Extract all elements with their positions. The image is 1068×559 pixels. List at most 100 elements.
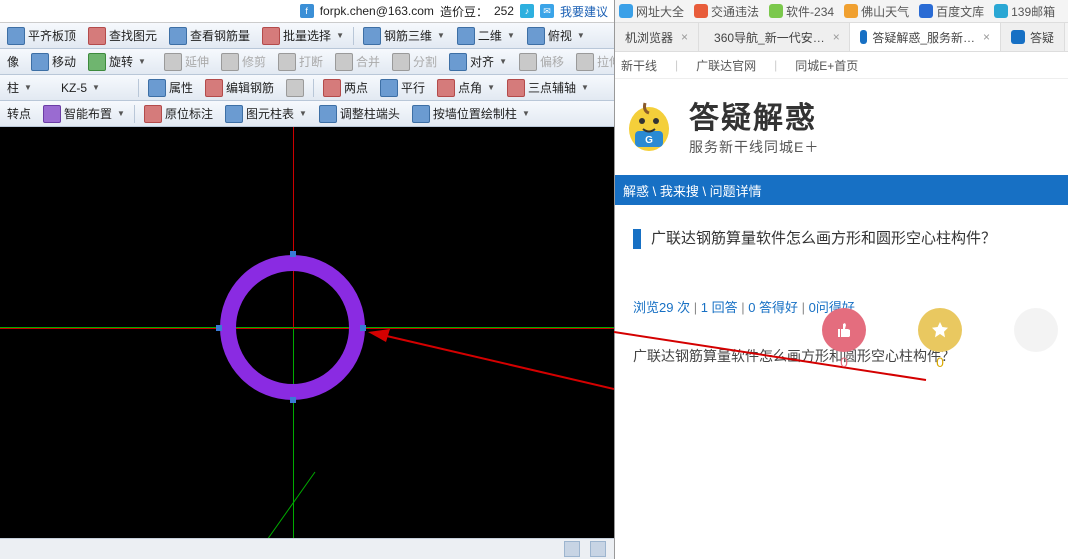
grip-n[interactable] (290, 251, 296, 257)
suggest-link[interactable]: 我要建议 (560, 3, 608, 20)
favicon (1011, 30, 1025, 44)
label: 偏移 (540, 53, 564, 70)
label: 批量选择 (283, 27, 331, 44)
site-icon (994, 4, 1008, 18)
label: 按墙位置绘制柱 (433, 105, 517, 122)
label: 答疑解惑_服务新… (872, 29, 975, 46)
merge-button[interactable]: 合并 (330, 51, 385, 73)
status-icon-1[interactable] (564, 541, 580, 557)
rebar-3d-button[interactable]: 钢筋三维▼ (358, 25, 450, 47)
extend-button[interactable]: 延伸 (159, 51, 214, 73)
views-value: 29 (659, 300, 673, 315)
parallel-button[interactable]: 平行 (375, 77, 430, 99)
bean-label: 造价豆： (440, 3, 488, 20)
align-button[interactable]: 对齐▼ (444, 51, 512, 73)
trim-button[interactable]: 修剪 (216, 51, 271, 73)
label: 智能布置 (64, 105, 112, 122)
bookmark-item[interactable]: 软件-234 (769, 3, 834, 20)
tab-360nav[interactable]: 360导航_新一代安…× (699, 23, 850, 51)
grip-s[interactable] (290, 397, 296, 403)
tab-answer-active[interactable]: 答疑解惑_服务新… × (850, 23, 1001, 51)
stretch-button[interactable]: 拉伸 (571, 51, 614, 73)
vote-bar: 0 0 (822, 308, 1058, 370)
bookmark-item[interactable]: 交通违法 (694, 3, 759, 20)
thumbs-up-icon (822, 308, 866, 352)
favicon (860, 30, 867, 44)
tab-browser[interactable]: 机浏览器× (615, 23, 699, 51)
answers-count[interactable]: 1 回答 (701, 300, 738, 315)
nav-link[interactable]: 广联达官网 (696, 57, 756, 74)
browser-panel: 网址大全 交通违法 软件-234 佛山天气 百度文库 139邮箱 机浏览器× 3… (615, 0, 1068, 559)
breadcrumb[interactable]: 解惑 \ 我来搜 \ 问题详情 (623, 181, 762, 200)
comment-icon[interactable]: ✉ (540, 4, 554, 18)
turn-point-button[interactable]: 转点 (2, 103, 36, 124)
point-angle-button[interactable]: 点角▼ (432, 77, 500, 99)
good-answer-count[interactable]: 0 答得好 (748, 300, 798, 315)
nav-link[interactable]: 新干线 (621, 57, 657, 74)
align-slab-top-button[interactable]: 平齐板顶 (2, 25, 81, 47)
drawing-canvas[interactable] (0, 127, 614, 538)
brand-subtitle: 服务新干线同城E＋ (689, 137, 819, 157)
three-point-axis-button[interactable]: 三点辅轴▼ (502, 77, 594, 99)
column-table-button[interactable]: 图元柱表▼ (220, 103, 312, 125)
grip-e[interactable] (360, 325, 366, 331)
bookmark-item[interactable]: 网址大全 (619, 3, 684, 20)
two-point-button[interactable]: 两点 (318, 77, 373, 99)
site-icon (919, 4, 933, 18)
label: 像 (7, 53, 19, 70)
brand-title: 答疑解惑 (689, 93, 819, 137)
component-select[interactable]: KZ-5▼ (56, 79, 134, 97)
category-select[interactable]: 柱▼ (2, 77, 54, 98)
info-bar: f forpk.chen@163.com 造价豆： 252 ♪ ✉ 我要建议 (0, 0, 614, 23)
find-element-button[interactable]: 查找图元 (83, 25, 162, 47)
label: 打断 (299, 53, 323, 70)
label: 属性 (169, 79, 193, 96)
hollow-column-circle[interactable] (220, 255, 365, 400)
separator (138, 79, 139, 97)
vote-extra[interactable] (1014, 308, 1058, 370)
nav-link[interactable]: 同城E+首页 (795, 57, 858, 74)
edit-rebar-button[interactable]: 编辑钢筋 (200, 77, 279, 99)
question-title-row: 广联达钢筋算量软件怎么画方形和圆形空心柱构件？ (633, 229, 1050, 249)
vote-up[interactable]: 0 (822, 308, 866, 370)
bookmark-item[interactable]: 百度文库 (919, 3, 984, 20)
close-icon[interactable]: × (833, 30, 840, 44)
label: 钢筋三维 (384, 27, 432, 44)
break-button[interactable]: 打断 (273, 51, 328, 73)
site-icon (769, 4, 783, 18)
label: 软件-234 (786, 3, 834, 20)
dots-button[interactable] (281, 77, 309, 99)
offset-button[interactable]: 偏移 (514, 51, 569, 73)
views-prefix: 浏览 (633, 300, 659, 315)
svg-text:G: G (645, 135, 653, 146)
tab-answer-2[interactable]: 答疑 (1001, 23, 1065, 51)
vote-fav[interactable]: 0 (918, 308, 962, 370)
nav-sep: | (774, 58, 777, 72)
view-2d-button[interactable]: 二维▼ (452, 25, 520, 47)
inplace-annot-button[interactable]: 原位标注 (139, 103, 218, 125)
separator (353, 27, 354, 45)
label: 拉伸 (597, 53, 614, 70)
label: 调整柱端头 (340, 105, 400, 122)
bell-icon[interactable]: ♪ (520, 4, 534, 18)
batch-select-button[interactable]: 批量选择▼ (257, 25, 349, 47)
close-icon[interactable]: × (983, 30, 990, 44)
mirror-button[interactable]: 像 (2, 51, 24, 72)
label: 平齐板顶 (28, 27, 76, 44)
adjust-col-end-button[interactable]: 调整柱端头 (314, 103, 405, 125)
bookmark-item[interactable]: 佛山天气 (844, 3, 909, 20)
status-icon-2[interactable] (590, 541, 606, 557)
view-rebar-qty-button[interactable]: 查看钢筋量 (164, 25, 255, 47)
properties-button[interactable]: 属性 (143, 77, 198, 99)
smart-layout-button[interactable]: 智能布置▼ (38, 103, 130, 125)
split-button[interactable]: 分割 (387, 51, 442, 73)
close-icon[interactable]: × (681, 30, 688, 44)
grip-w[interactable] (216, 325, 222, 331)
rotate-button[interactable]: 旋转▼ (83, 51, 151, 73)
top-view-button[interactable]: 俯视▼ (522, 25, 590, 47)
draw-col-by-wall-button[interactable]: 按墙位置绘制柱▼ (407, 103, 535, 125)
label: 原位标注 (165, 105, 213, 122)
question-panel: 广联达钢筋算量软件怎么画方形和圆形空心柱构件？ 浏览29 次 | 1 回答 | … (615, 205, 1068, 376)
bookmark-item[interactable]: 139邮箱 (994, 3, 1055, 20)
move-button[interactable]: 移动 (26, 51, 81, 73)
